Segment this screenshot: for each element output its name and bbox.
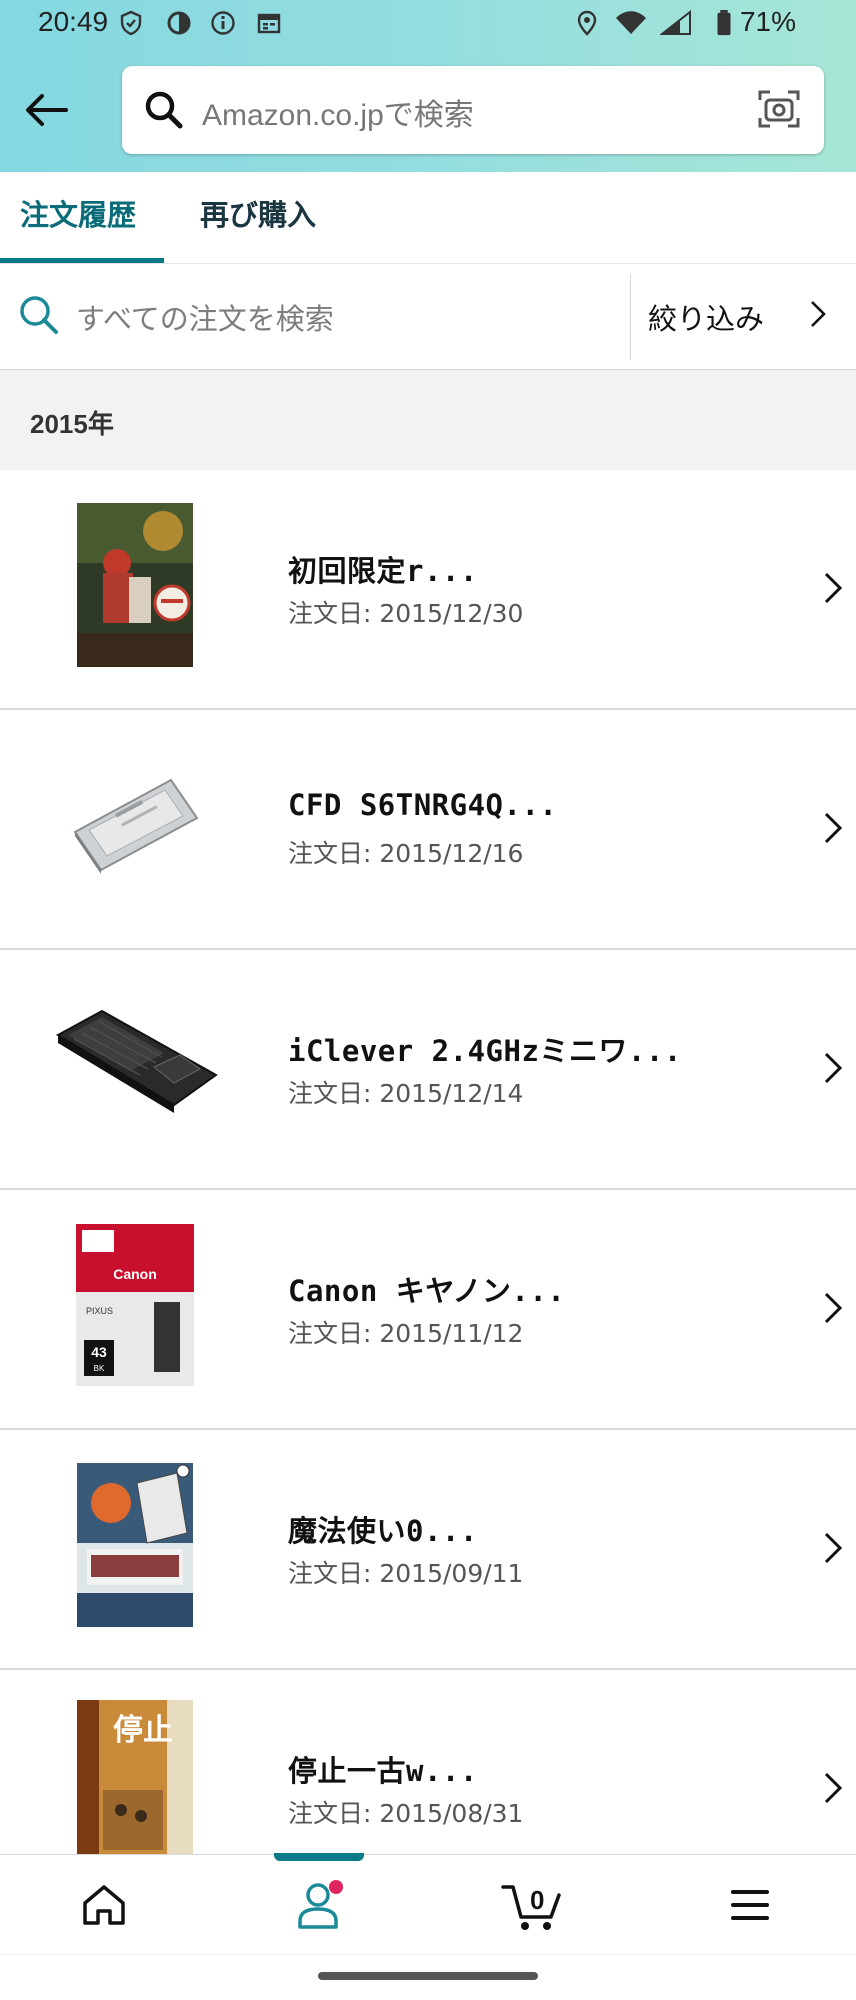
menu-icon	[731, 1890, 769, 1920]
ink-cartridge-thumbnail: Canon PIXUS 43 BK	[50, 1220, 220, 1390]
battery-percentage: 71%	[739, 6, 796, 37]
amazon-search-bar[interactable]: Amazon.co.jpで検索	[122, 66, 824, 154]
tab-order-history[interactable]: 注文履歴	[20, 192, 136, 234]
order-title: 停止一古w...	[288, 1754, 478, 1788]
cart-count-badge: 0	[530, 1885, 545, 1915]
nav-home-button[interactable]	[44, 1855, 164, 1955]
year-section-header: 2015年	[0, 370, 856, 470]
search-icon	[20, 296, 58, 334]
manga-cover-thumbnail	[50, 500, 220, 670]
nav-menu-button[interactable]	[690, 1855, 810, 1955]
tab-buy-again[interactable]: 再び購入	[200, 192, 316, 234]
notification-dot	[329, 1880, 343, 1894]
chevron-right-icon[interactable]	[808, 298, 828, 330]
divider	[630, 274, 631, 360]
ink-model: 43	[91, 1344, 107, 1360]
chevron-right-icon	[824, 1052, 843, 1084]
ink-color-code: BK	[94, 1364, 105, 1373]
order-search-bar: すべての注文を検索 絞り込み	[0, 264, 856, 370]
order-title: CFD S6TNRG4Q...	[288, 788, 558, 822]
order-title: Canon キヤノン...	[288, 1274, 566, 1308]
active-tab-indicator	[0, 258, 164, 263]
chevron-right-icon	[824, 1532, 843, 1564]
book-cover-thumbnail: 停止	[50, 1700, 220, 1870]
camera-lens-icon[interactable]	[756, 86, 802, 132]
search-icon	[145, 91, 183, 129]
order-date: 注文日: 2015/12/16	[288, 839, 524, 868]
location-icon	[577, 10, 597, 36]
order-tabs: 注文履歴 再び購入	[0, 172, 856, 264]
shield-check-icon	[120, 10, 142, 36]
chevron-right-icon	[824, 812, 843, 844]
book-cover-title: 停止	[113, 1713, 173, 1748]
status-bar: 20:49 71%	[0, 0, 856, 48]
chevron-right-icon	[824, 1292, 843, 1324]
data-saver-icon	[167, 11, 191, 35]
order-title: iClever 2.4GHzミニワ...	[288, 1034, 682, 1068]
order-title: 魔法使い0...	[288, 1514, 478, 1548]
order-date: 注文日: 2015/09/11	[288, 1559, 524, 1588]
order-date: 注文日: 2015/11/12	[288, 1319, 524, 1348]
order-item[interactable]: CFD S6TNRG4Q... 注文日: 2015/12/16	[0, 710, 856, 950]
order-item[interactable]: Canon PIXUS 43 BK Canon キヤノン... 注文日: 201…	[0, 1190, 856, 1430]
bottom-navigation: 0	[0, 1853, 856, 1955]
order-item[interactable]: 初回限定r... 注文日: 2015/12/30	[0, 470, 856, 710]
calendar-icon	[257, 13, 281, 34]
back-button[interactable]	[18, 82, 74, 138]
manga-cover-thumbnail	[50, 1460, 220, 1630]
order-date: 注文日: 2015/12/30	[288, 599, 524, 628]
app-header: 20:49 71% Amazon.co.jpで検索	[0, 0, 856, 172]
order-title: 初回限定r...	[288, 554, 478, 588]
info-icon	[211, 11, 235, 35]
order-date: 注文日: 2015/08/31	[288, 1799, 524, 1828]
chevron-right-icon	[824, 1772, 843, 1804]
order-search-input[interactable]: すべての注文を検索	[76, 296, 334, 338]
ssd-drive-thumbnail	[50, 740, 220, 910]
nav-account-button[interactable]	[260, 1855, 380, 1955]
account-icon	[298, 1880, 343, 1929]
order-item[interactable]: 魔法使い0... 注文日: 2015/09/11	[0, 1430, 856, 1670]
order-list: 初回限定r... 注文日: 2015/12/30 CFD S6TNRG4Q...…	[0, 470, 856, 1910]
order-date: 注文日: 2015/12/14	[288, 1079, 524, 1108]
wifi-icon	[616, 11, 646, 34]
arrow-left-icon	[26, 94, 68, 126]
home-gesture-bar[interactable]	[318, 1972, 538, 1980]
home-icon	[83, 1885, 125, 1925]
ink-series: PIXUS	[86, 1306, 113, 1316]
battery-icon	[717, 10, 731, 36]
order-item[interactable]: iClever 2.4GHzミニワ... 注文日: 2015/12/14	[0, 950, 856, 1190]
search-placeholder: Amazon.co.jpで検索	[202, 99, 474, 132]
ink-brand: Canon	[113, 1266, 157, 1282]
filter-button[interactable]: 絞り込み	[648, 296, 764, 338]
signal-icon	[660, 10, 691, 35]
year-label: 2015年	[30, 409, 114, 439]
status-time: 20:49	[38, 6, 109, 37]
mini-keyboard-thumbnail	[52, 980, 222, 1150]
chevron-right-icon	[824, 572, 843, 604]
